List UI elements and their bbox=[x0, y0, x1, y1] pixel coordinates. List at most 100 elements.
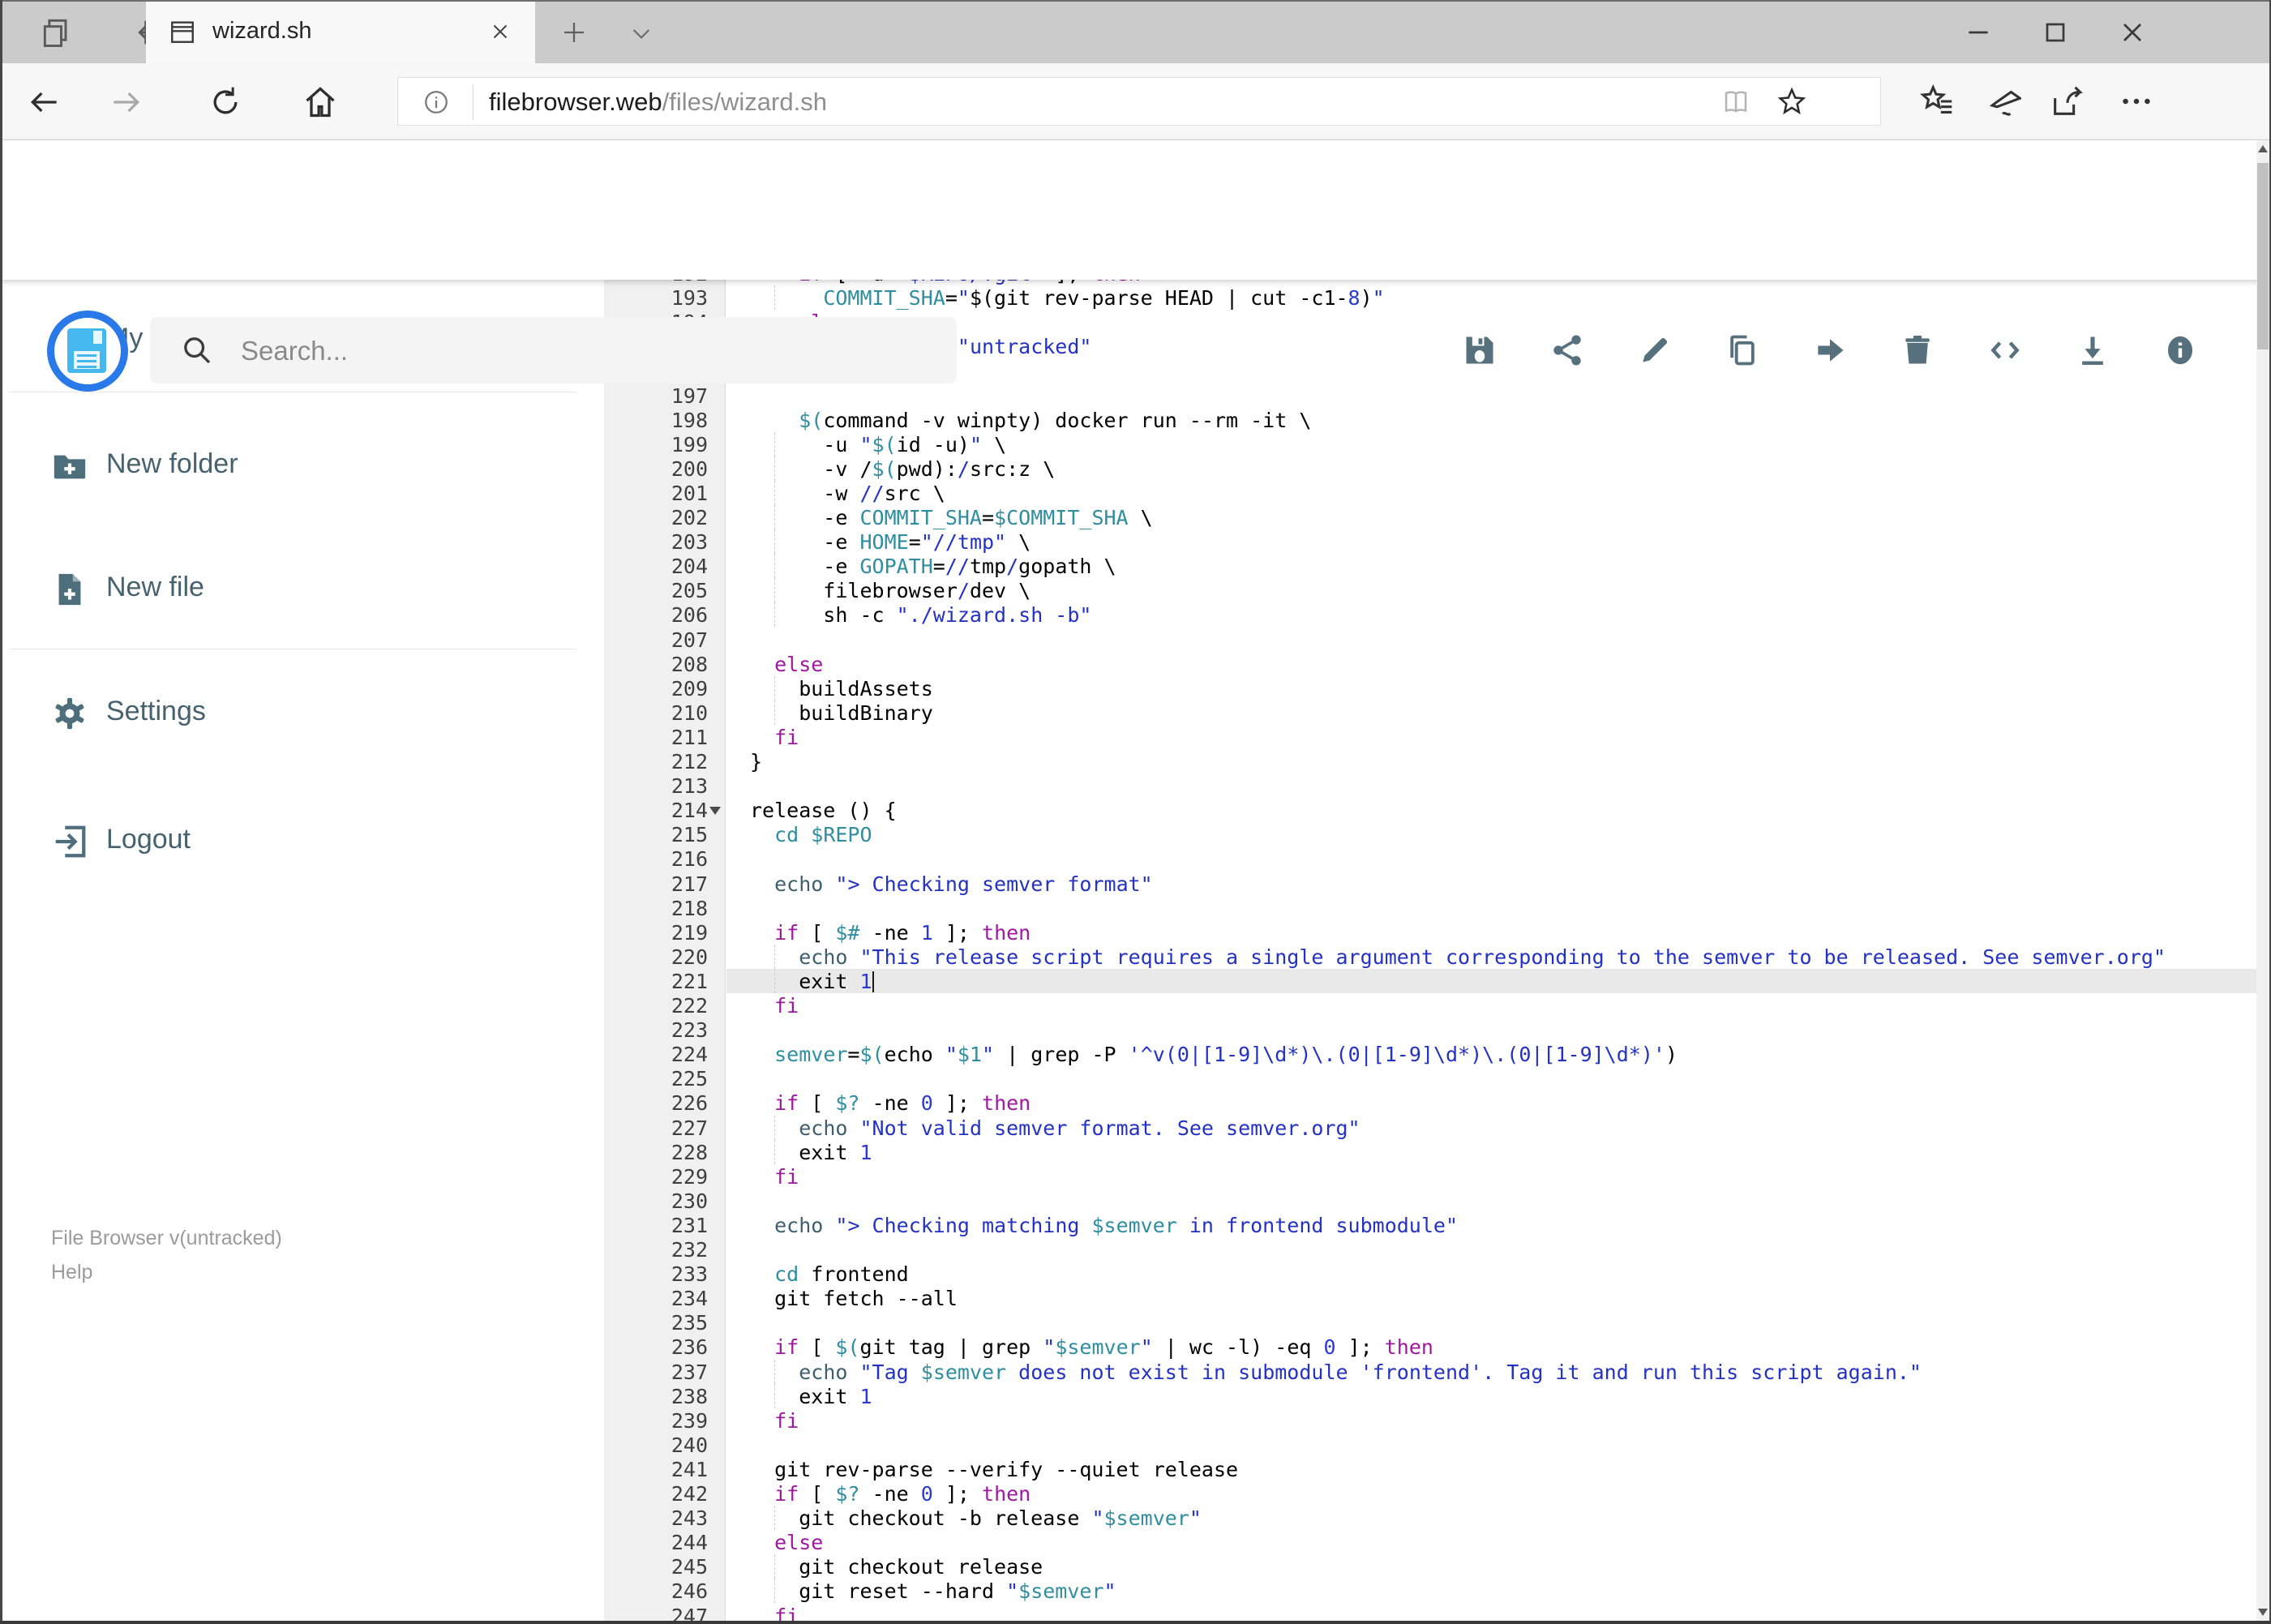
home-icon[interactable] bbox=[302, 84, 338, 120]
code-editor[interactable]: 192 if [ -d "$REPO/.git" ]; then193 COMM… bbox=[604, 280, 2257, 1621]
line-number: 198 bbox=[671, 408, 708, 432]
code-line[interactable]: 237 echo "Tag $semver does not exist in … bbox=[604, 1359, 2257, 1384]
code-line[interactable]: 198 $(command -v winpty) docker run --rm… bbox=[604, 408, 2257, 432]
edit-button[interactable] bbox=[1637, 332, 1673, 368]
code-line[interactable]: 204 -e GOPATH=//tmp/gopath \ bbox=[604, 554, 2257, 579]
code-line[interactable]: 199 -u "$(id -u)" \ bbox=[604, 431, 2257, 456]
copy-button[interactable] bbox=[1725, 332, 1760, 368]
search-input[interactable] bbox=[239, 317, 923, 385]
code-line[interactable]: 223 bbox=[604, 1018, 2257, 1042]
code-line[interactable]: 233 cd frontend bbox=[604, 1262, 2257, 1286]
page-info-icon[interactable] bbox=[422, 88, 450, 116]
code-line[interactable]: 211 fi bbox=[604, 725, 2257, 749]
code-line[interactable]: 193 COMMIT_SHA="$(git rev-parse HEAD | c… bbox=[604, 285, 2257, 311]
code-line[interactable]: 215 cd $REPO bbox=[604, 822, 2257, 846]
more-menu-icon[interactable] bbox=[2118, 83, 2155, 120]
code-line[interactable]: 206 sh -c "./wizard.sh -b" bbox=[604, 602, 2257, 628]
code-line[interactable]: 214 release () { bbox=[604, 798, 2257, 822]
reading-view-icon[interactable] bbox=[1721, 88, 1750, 117]
code-line[interactable]: 200 -v /$(pwd):/src:z \ bbox=[604, 456, 2257, 481]
share-page-icon[interactable] bbox=[2049, 83, 2086, 120]
code-line[interactable]: 227 echo "Not valid semver format. See s… bbox=[604, 1115, 2257, 1140]
search-box[interactable] bbox=[150, 317, 957, 385]
web-notes-pen-icon[interactable] bbox=[1984, 83, 2021, 120]
tab-preview-icon[interactable] bbox=[39, 15, 75, 50]
code-line[interactable]: 217 echo "> Checking semver format" bbox=[604, 872, 2257, 896]
code-line[interactable]: 232 bbox=[604, 1237, 2257, 1262]
code-line[interactable]: 210 buildBinary bbox=[604, 700, 2257, 725]
move-button[interactable] bbox=[1812, 332, 1848, 368]
delete-button[interactable] bbox=[1900, 332, 1935, 368]
url-bar[interactable]: filebrowser.web/files/wizard.sh bbox=[397, 77, 1881, 126]
code-line[interactable]: 213 bbox=[604, 773, 2257, 798]
code-line[interactable]: 225 bbox=[604, 1066, 2257, 1091]
code-line[interactable]: 229 fi bbox=[604, 1164, 2257, 1189]
code-line[interactable]: 236 if [ $(git tag | grep "$semver" | wc… bbox=[604, 1335, 2257, 1359]
help-link[interactable]: Help bbox=[51, 1261, 92, 1284]
code-line[interactable]: 230 bbox=[604, 1189, 2257, 1213]
code-text: exit 1 bbox=[750, 1384, 872, 1408]
window-close-button[interactable] bbox=[2116, 16, 2149, 49]
code-line[interactable]: 219 if [ $# -ne 1 ]; then bbox=[604, 920, 2257, 945]
save-icon bbox=[1462, 332, 1498, 368]
code-line[interactable]: 221 exit 1 bbox=[604, 968, 2257, 993]
code-line[interactable]: 240 bbox=[604, 1433, 2257, 1457]
code-line[interactable]: 205 filebrowser/dev \ bbox=[604, 578, 2257, 603]
tab-close-icon[interactable] bbox=[488, 19, 512, 44]
code-line[interactable]: 192 if [ -d "$REPO/.git" ]; then bbox=[604, 280, 2257, 285]
share-button[interactable] bbox=[1549, 332, 1585, 368]
code-line[interactable]: 238 exit 1 bbox=[604, 1383, 2257, 1408]
url-text[interactable]: filebrowser.web/files/wizard.sh bbox=[489, 88, 827, 117]
code-line[interactable]: 216 bbox=[604, 846, 2257, 871]
code-line[interactable]: 241 git rev-parse --verify --quiet relea… bbox=[604, 1457, 2257, 1481]
tab-list-chevron-icon[interactable] bbox=[628, 23, 654, 44]
code-line[interactable]: 228 exit 1 bbox=[604, 1139, 2257, 1164]
code-line[interactable]: 234 git fetch --all bbox=[604, 1286, 2257, 1310]
new-tab-icon[interactable] bbox=[559, 18, 589, 47]
browser-tab[interactable]: wizard.sh bbox=[146, 0, 535, 63]
code-line[interactable]: 218 bbox=[604, 896, 2257, 920]
source-code-button[interactable] bbox=[1987, 332, 2023, 368]
window-maximize-button[interactable] bbox=[2039, 16, 2072, 49]
code-line[interactable]: 212} bbox=[604, 749, 2257, 773]
sidebar-item-settings[interactable]: Settings bbox=[2, 677, 604, 750]
code-line[interactable]: 239 fi bbox=[604, 1408, 2257, 1433]
code-line[interactable]: 207 bbox=[604, 628, 2257, 652]
code-line[interactable]: 203 -e HOME="//tmp" \ bbox=[604, 529, 2257, 555]
code-line[interactable]: 246 git reset --hard "$semver" bbox=[604, 1579, 2257, 1604]
code-line[interactable]: 197 bbox=[604, 384, 2257, 408]
sidebar-item-logout[interactable]: Logout bbox=[2, 805, 604, 878]
code-line[interactable]: 245 git checkout release bbox=[604, 1554, 2257, 1579]
sidebar-item-new-file[interactable]: New file bbox=[2, 553, 604, 626]
code-line[interactable]: 243 git checkout -b release "$semver" bbox=[604, 1506, 2257, 1531]
scrollbar-thumb[interactable] bbox=[2257, 163, 2269, 349]
filebrowser-logo[interactable] bbox=[47, 311, 128, 392]
hub-favorites-icon[interactable] bbox=[1919, 83, 1956, 120]
code-line[interactable]: 224 semver=$(echo "$1" | grep -P '^v(0|[… bbox=[604, 1042, 2257, 1066]
forward-icon[interactable] bbox=[108, 84, 144, 120]
code-line[interactable]: 208 else bbox=[604, 652, 2257, 676]
vertical-scrollbar[interactable] bbox=[2256, 140, 2269, 1621]
sidebar-item-new-folder[interactable]: New folder bbox=[2, 430, 604, 503]
scroll-up-arrow-icon[interactable] bbox=[2258, 145, 2268, 152]
code-line[interactable]: 201 -w //src \ bbox=[604, 480, 2257, 505]
code-line[interactable]: 242 if [ $? -ne 0 ]; then bbox=[604, 1481, 2257, 1506]
window-minimize-button[interactable] bbox=[1962, 16, 1995, 49]
code-line[interactable]: 220 echo "This release script requires a… bbox=[604, 944, 2257, 969]
back-icon[interactable] bbox=[27, 84, 62, 120]
scroll-down-arrow-icon[interactable] bbox=[2258, 1609, 2268, 1616]
save-button[interactable] bbox=[1462, 332, 1498, 368]
code-line[interactable]: 226 if [ $? -ne 0 ]; then bbox=[604, 1091, 2257, 1115]
download-button[interactable] bbox=[2075, 332, 2110, 368]
code-line[interactable]: 235 bbox=[604, 1310, 2257, 1335]
code-line[interactable]: 222 fi bbox=[604, 993, 2257, 1018]
code-line[interactable]: 209 buildAssets bbox=[604, 675, 2257, 701]
fold-arrow-icon[interactable] bbox=[709, 807, 721, 816]
info-button[interactable] bbox=[2162, 332, 2198, 368]
refresh-icon[interactable] bbox=[208, 84, 243, 120]
code-line[interactable]: 247 fi bbox=[604, 1604, 2257, 1622]
code-line[interactable]: 231 echo "> Checking matching $semver in… bbox=[604, 1213, 2257, 1237]
favorite-star-icon[interactable] bbox=[1776, 86, 1807, 117]
code-line[interactable]: 202 -e COMMIT_SHA=$COMMIT_SHA \ bbox=[604, 505, 2257, 530]
code-line[interactable]: 244 else bbox=[604, 1530, 2257, 1554]
